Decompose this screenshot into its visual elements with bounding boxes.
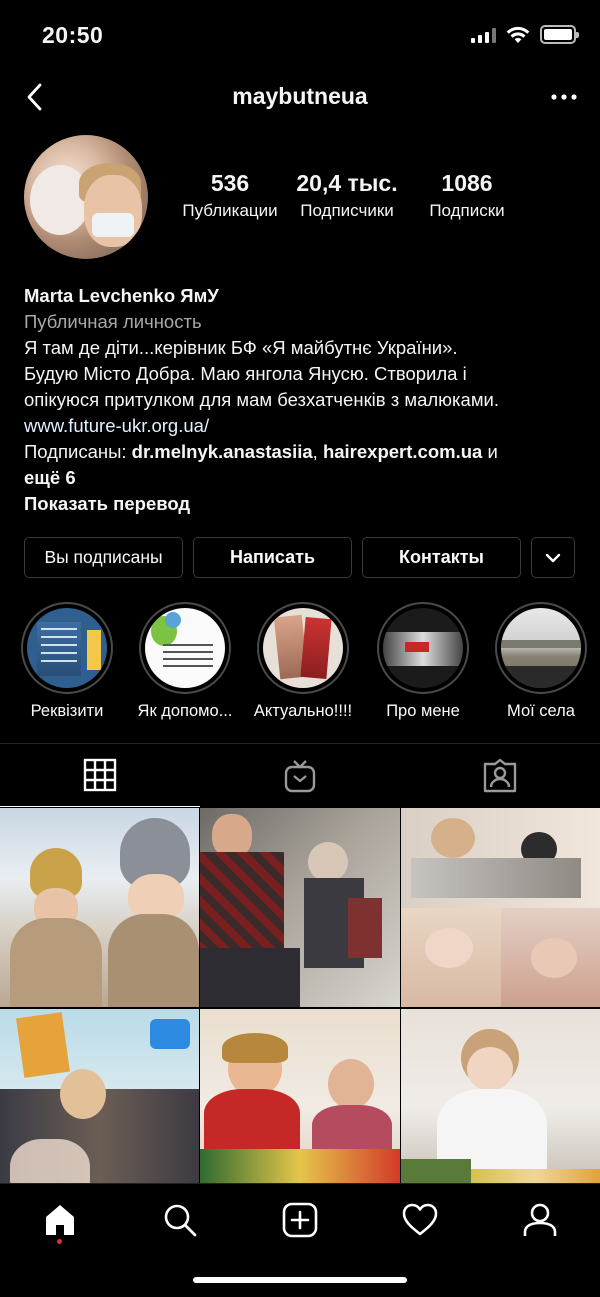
activity-heart-icon (402, 1203, 438, 1236)
profile-tabs (0, 743, 600, 807)
cellular-signal-icon (471, 27, 496, 43)
tab-grid[interactable] (0, 744, 200, 807)
stat-label: Подписчики (300, 201, 394, 220)
new-post-icon (282, 1202, 318, 1238)
website-link[interactable]: www.future-ukr.org.ua/ (24, 413, 584, 439)
highlight-ring (21, 602, 113, 694)
followed-by-suffix: и (482, 441, 498, 462)
chevron-down-icon (545, 553, 561, 562)
highlight-item[interactable]: Про мене (364, 602, 482, 721)
highlight-item[interactable]: Як допомо... (126, 602, 244, 721)
tab-tagged[interactable] (400, 744, 600, 807)
highlight-ring (495, 602, 587, 694)
tab-igtv[interactable] (200, 744, 400, 807)
highlight-cover (27, 608, 107, 688)
nav-search[interactable] (158, 1198, 202, 1242)
highlight-item[interactable]: Реквізити (8, 602, 126, 721)
highlight-item[interactable]: Мої села (482, 602, 600, 721)
story-highlights: Реквізити Як допомо... Актуально!!!! Про… (0, 602, 600, 732)
more-options-icon[interactable] (548, 85, 580, 109)
home-indicator (193, 1277, 407, 1283)
highlight-label: Мої села (507, 702, 575, 720)
followed-by-separator: , (312, 441, 323, 462)
post-thumbnail[interactable] (401, 1009, 600, 1208)
bottom-navigation (0, 1183, 600, 1297)
highlight-label: Про мене (386, 702, 460, 720)
post-thumbnail[interactable] (200, 1009, 400, 1208)
stat-posts[interactable]: 536 Публикации (170, 170, 290, 221)
highlight-label: Реквізити (30, 702, 104, 720)
search-icon (164, 1204, 197, 1237)
contacts-button[interactable]: Контакты (362, 537, 521, 578)
profile-header: maybutneua (0, 70, 600, 124)
highlight-ring (139, 602, 231, 694)
followed-by-prefix: Подписаны: (24, 441, 132, 462)
profile-avatar[interactable] (24, 135, 148, 259)
profile-full-name: Marta Levchenko ЯмУ (24, 285, 219, 306)
profile-actions: Вы подписаны Написать Контакты (24, 537, 575, 578)
profile-icon (523, 1203, 557, 1236)
bio-line: Я там де діти...керівник БФ «Я майбутнє … (24, 337, 458, 358)
highlight-item[interactable]: Актуально!!!! (244, 602, 362, 721)
post-thumbnail[interactable] (401, 808, 600, 1007)
wifi-icon (506, 26, 530, 43)
status-icons (471, 25, 579, 44)
highlight-cover (383, 608, 463, 688)
nav-new-post[interactable] (278, 1198, 322, 1242)
status-bar: 20:50 (0, 0, 600, 70)
following-button[interactable]: Вы подписаны (24, 537, 183, 578)
home-notification-dot (57, 1239, 62, 1244)
followed-by[interactable]: Подписаны: dr.melnyk.anastasiia, hairexp… (24, 439, 584, 465)
home-icon (46, 1205, 74, 1235)
stat-value: 536 (210, 170, 250, 196)
followed-by-user[interactable]: dr.melnyk.anastasiia (132, 441, 313, 462)
stat-value: 1086 (441, 170, 493, 196)
nav-profile[interactable] (518, 1198, 562, 1242)
show-translation-link[interactable]: Показать перевод (24, 491, 584, 517)
grid-icon (83, 758, 117, 792)
igtv-icon (284, 759, 316, 792)
followed-by-more[interactable]: ещё 6 (24, 465, 584, 491)
highlight-ring (257, 602, 349, 694)
highlight-label: Як допомо... (137, 702, 233, 720)
post-thumbnail[interactable] (0, 1009, 199, 1208)
stat-following[interactable]: 1086 Подписки (404, 170, 530, 221)
profile-stats: 536 Публикации 20,4 тыс. Подписчики 1086… (170, 170, 600, 221)
stat-followers[interactable]: 20,4 тыс. Подписчики (290, 170, 404, 221)
highlight-label: Актуально!!!! (253, 702, 353, 720)
bio-line: опікуюся притулком для мам безхатченків … (24, 389, 500, 410)
post-thumbnail[interactable] (0, 808, 199, 1007)
profile-category: Публичная личность (24, 311, 202, 332)
tagged-icon (483, 758, 517, 792)
profile-username: maybutneua (232, 83, 368, 109)
bio-line: Будую Місто Добра. Маю янгола Янусю. Ств… (24, 363, 467, 384)
posts-grid (0, 808, 600, 1208)
stat-label: Подписки (429, 201, 505, 220)
highlight-ring (377, 602, 469, 694)
nav-activity[interactable] (398, 1198, 442, 1242)
post-thumbnail[interactable] (200, 808, 400, 1007)
stat-label: Публикации (182, 201, 278, 220)
profile-bio: Marta Levchenko ЯмУ Публичная личность Я… (24, 283, 584, 517)
followed-by-user[interactable]: hairexpert.com.ua (323, 441, 482, 462)
message-button[interactable]: Написать (193, 537, 352, 578)
highlight-cover (145, 608, 225, 688)
highlight-cover (263, 608, 343, 688)
stat-value: 20,4 тыс. (296, 170, 398, 196)
suggested-accounts-button[interactable] (531, 537, 575, 578)
status-time: 20:50 (42, 22, 104, 48)
battery-icon (540, 25, 579, 44)
highlight-cover (501, 608, 581, 688)
nav-home[interactable] (38, 1198, 82, 1242)
